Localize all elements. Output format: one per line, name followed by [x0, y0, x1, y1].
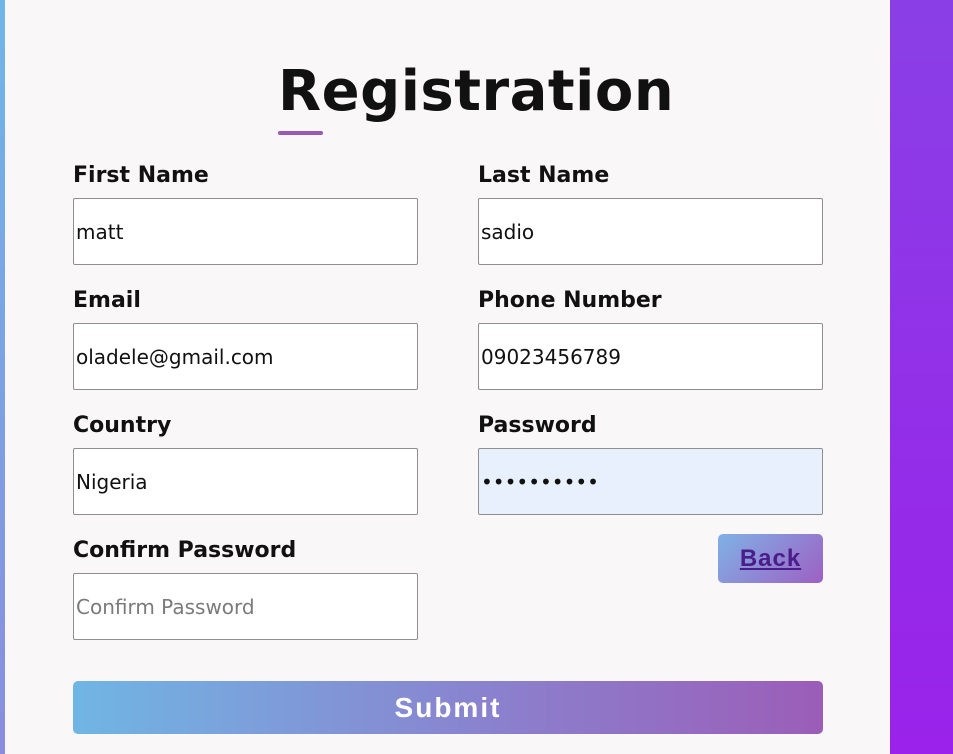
last-name-label: Last Name [478, 163, 610, 188]
country-field[interactable] [73, 448, 418, 515]
submit-button[interactable]: Submit [73, 681, 823, 734]
country-group: Country [73, 411, 418, 515]
confirm-password-field[interactable] [73, 573, 418, 640]
password-group: Password [478, 411, 823, 515]
country-label: Country [73, 413, 172, 438]
phone-group: Phone Number [478, 286, 823, 390]
password-field[interactable] [478, 448, 823, 515]
email-group: Email [73, 286, 418, 390]
first-name-group: First Name [73, 161, 418, 265]
password-label: Password [478, 413, 597, 438]
page-title: Registration [278, 59, 675, 124]
back-link[interactable]: Back [740, 545, 801, 573]
confirm-password-label: Confirm Password [73, 538, 297, 563]
phone-label: Phone Number [478, 288, 662, 313]
email-field[interactable] [73, 323, 418, 390]
first-name-field[interactable] [73, 198, 418, 265]
phone-field[interactable] [478, 323, 823, 390]
email-label: Email [73, 288, 141, 313]
last-name-group: Last Name [478, 161, 823, 265]
first-name-label: First Name [73, 163, 209, 188]
last-name-field[interactable] [478, 198, 823, 265]
back-button[interactable]: Back [718, 534, 823, 583]
confirm-password-group: Confirm Password [73, 536, 418, 640]
title-underline [278, 131, 323, 135]
